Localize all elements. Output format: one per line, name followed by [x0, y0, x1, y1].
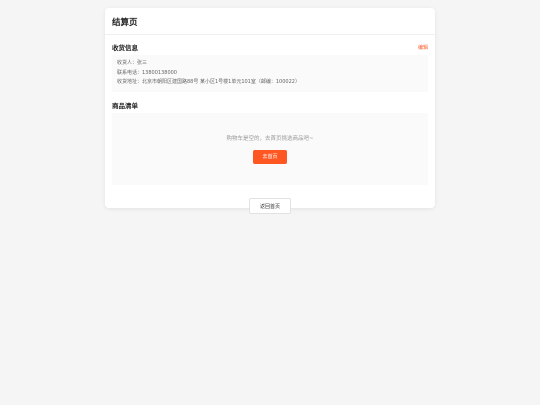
address-section-title: 收货信息 — [112, 44, 138, 52]
receiver-name: 收货人：张三 — [117, 60, 148, 66]
empty-cart-text: 购物车是空的，去首页挑选商品吧~ — [226, 135, 314, 142]
address-box: 收货人：张三 联系电话：13800138000 收货地址：北京市朝阳区建国路88… — [112, 55, 428, 92]
edit-address-link[interactable]: 编辑 — [418, 44, 428, 51]
page-title: 结算页 — [112, 18, 138, 28]
receiver-phone: 联系电话：13800138000 — [117, 69, 177, 76]
footer: 返回首页 — [112, 193, 428, 214]
go-home-button[interactable]: 去首页 — [253, 149, 287, 164]
address-section-header: 收货信息 编辑 — [112, 42, 428, 52]
checkout-card: 结算页 收货信息 编辑 收货人：张三 联系电话：13800138000 收货地址… — [105, 8, 435, 214]
goods-section-header: 商品清单 — [112, 100, 428, 110]
empty-cart-box: 购物车是空的，去首页挑选商品吧~ 去首页 — [112, 112, 428, 185]
receiver-address: 收货地址：北京市朝阳区建国路88号 某小区1号楼1单元101室（邮编：10002… — [117, 79, 300, 85]
goods-section-title: 商品清单 — [112, 101, 138, 110]
back-home-button[interactable]: 返回首页 — [249, 197, 291, 214]
title-divider — [105, 34, 435, 35]
